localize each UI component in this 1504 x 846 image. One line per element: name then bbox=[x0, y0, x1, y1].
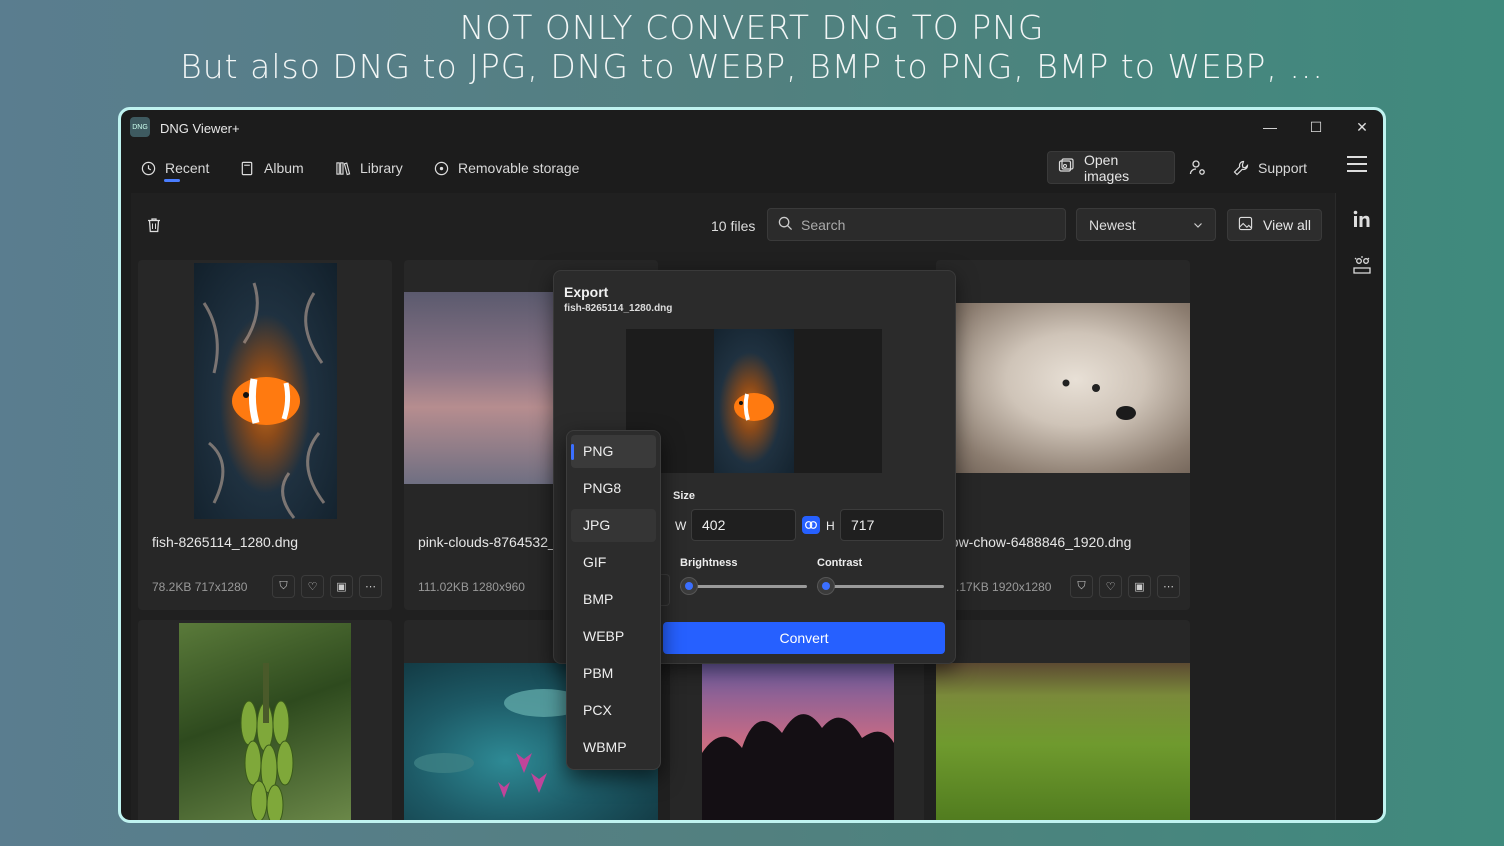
image-icon[interactable]: ▣ bbox=[1128, 575, 1151, 598]
album-icon bbox=[239, 160, 255, 176]
format-option-webp[interactable]: WEBP bbox=[571, 620, 656, 653]
thumbnail-fish bbox=[194, 263, 337, 519]
card-meta: 111.02KB 1280x960 bbox=[418, 580, 525, 594]
format-dropdown: PNG PNG8 JPG GIF BMP WEBP PBM PCX WBMP bbox=[566, 430, 661, 770]
format-option-wbmp[interactable]: WBMP bbox=[571, 731, 656, 764]
card-meta: 78.2KB 717x1280 bbox=[152, 580, 248, 594]
shield-icon[interactable]: ⛉ bbox=[1070, 575, 1093, 598]
image-icon[interactable]: ▣ bbox=[330, 575, 353, 598]
brightness-label: Brightness bbox=[680, 557, 738, 569]
title-bar: DNG DNG Viewer+ — ☐ ✕ bbox=[121, 110, 1383, 146]
more-icon[interactable]: ⋯ bbox=[1157, 575, 1180, 598]
maximize-button[interactable]: ☐ bbox=[1293, 110, 1339, 144]
heart-icon[interactable]: ♡ bbox=[301, 575, 324, 598]
format-option-pbm[interactable]: PBM bbox=[571, 657, 656, 690]
view-all-label: View all bbox=[1263, 217, 1311, 233]
promo-headline: NOT ONLY CONVERT DNG TO PNG But also DNG… bbox=[0, 8, 1504, 86]
heart-icon[interactable]: ♡ bbox=[1099, 575, 1122, 598]
image-card[interactable] bbox=[936, 620, 1190, 820]
nav-label-removable-storage: Removable storage bbox=[458, 160, 580, 176]
nav-item-recent[interactable]: Recent bbox=[140, 160, 209, 176]
card-filename: pink-clouds-8764532_ bbox=[418, 534, 556, 550]
search-placeholder: Search bbox=[801, 216, 846, 233]
library-icon bbox=[335, 160, 351, 176]
nav-item-library[interactable]: Library bbox=[335, 160, 403, 176]
file-count: 10 files bbox=[711, 218, 756, 234]
app-window: DNG DNG Viewer+ — ☐ ✕ Recent Album Libra… bbox=[118, 107, 1386, 823]
active-tab-indicator bbox=[164, 179, 180, 182]
minimize-button[interactable]: — bbox=[1247, 110, 1293, 144]
thumbnail-sunset-trees bbox=[702, 663, 894, 820]
image-card[interactable]: chow-chow-6488846_1920.dng 634.17KB 1920… bbox=[936, 260, 1190, 610]
image-card[interactable] bbox=[138, 620, 392, 820]
thumbnail-chow-chow bbox=[936, 303, 1190, 473]
linkedin-icon[interactable] bbox=[1350, 207, 1374, 231]
sort-value: Newest bbox=[1089, 216, 1136, 233]
format-option-bmp[interactable]: BMP bbox=[571, 583, 656, 616]
open-images-icon bbox=[1058, 158, 1074, 177]
open-images-button[interactable]: Open images bbox=[1047, 151, 1175, 184]
thumbnail-bananas bbox=[179, 623, 351, 820]
thumbnail-grass-field bbox=[936, 663, 1190, 820]
contrast-slider-thumb[interactable] bbox=[817, 577, 835, 595]
contrast-label: Contrast bbox=[817, 557, 863, 569]
contrast-slider[interactable] bbox=[817, 585, 944, 588]
trash-icon[interactable] bbox=[145, 216, 163, 234]
nav-label-album: Album bbox=[264, 160, 304, 176]
more-icon[interactable]: ⋯ bbox=[359, 575, 382, 598]
support-label: Support bbox=[1258, 160, 1308, 176]
close-button[interactable]: ✕ bbox=[1339, 110, 1383, 144]
format-option-jpg[interactable]: JPG bbox=[571, 509, 656, 542]
width-input[interactable]: 402 bbox=[691, 509, 796, 541]
nav-item-album[interactable]: Album bbox=[239, 160, 304, 176]
headline-line-1: NOT ONLY CONVERT DNG TO PNG bbox=[459, 8, 1045, 47]
wrench-icon bbox=[1233, 160, 1249, 176]
support-button[interactable]: Support bbox=[1233, 160, 1307, 176]
convert-button[interactable]: Convert bbox=[663, 622, 945, 654]
brightness-slider[interactable] bbox=[680, 585, 807, 588]
format-option-png[interactable]: PNG bbox=[571, 435, 656, 468]
nav-label-recent: Recent bbox=[165, 160, 210, 176]
format-option-pcx[interactable]: PCX bbox=[571, 694, 656, 727]
export-preview bbox=[626, 329, 882, 473]
disc-icon bbox=[433, 160, 449, 176]
nav-item-removable-storage[interactable]: Removable storage bbox=[433, 160, 579, 176]
search-icon bbox=[778, 216, 793, 234]
image-card[interactable]: fish-8265114_1280.dng 78.2KB 717x1280 ⛉ … bbox=[138, 260, 392, 610]
gallery-icon bbox=[1238, 216, 1253, 234]
dialog-title: Export bbox=[564, 284, 609, 300]
search-input[interactable]: Search bbox=[767, 208, 1066, 241]
format-option-gif[interactable]: GIF bbox=[571, 546, 656, 579]
nav-label-library: Library bbox=[360, 160, 403, 176]
card-actions: ⛉ ♡ ▣ ⋯ bbox=[272, 575, 382, 598]
account-settings-icon[interactable] bbox=[1189, 159, 1207, 182]
format-option-png8[interactable]: PNG8 bbox=[571, 472, 656, 505]
chevron-down-icon bbox=[1193, 217, 1203, 233]
right-rail bbox=[1335, 193, 1383, 820]
app-logo-icon: DNG bbox=[130, 117, 150, 137]
width-label: W bbox=[675, 519, 687, 533]
card-filename: chow-chow-6488846_1920.dng bbox=[936, 534, 1132, 550]
shield-icon[interactable]: ⛉ bbox=[272, 575, 295, 598]
brightness-slider-thumb[interactable] bbox=[680, 577, 698, 595]
sort-dropdown[interactable]: Newest bbox=[1076, 208, 1216, 241]
view-all-button[interactable]: View all bbox=[1227, 209, 1322, 241]
preview-image bbox=[714, 329, 794, 473]
height-input[interactable]: 717 bbox=[840, 509, 944, 541]
card-actions: ⛉ ♡ ▣ ⋯ bbox=[1070, 575, 1180, 598]
app-title: DNG Viewer+ bbox=[160, 121, 240, 136]
community-icon[interactable] bbox=[1350, 253, 1374, 277]
card-filename: fish-8265114_1280.dng bbox=[152, 534, 299, 550]
nav-bar: Recent Album Library Removable storage O… bbox=[121, 146, 1383, 193]
link-icon[interactable] bbox=[802, 516, 820, 534]
dialog-filename: fish-8265114_1280.dng bbox=[564, 303, 673, 314]
size-label: Size bbox=[673, 490, 696, 502]
menu-icon[interactable] bbox=[1347, 156, 1367, 177]
headline-line-2: But also DNG to JPG, DNG to WEBP, BMP to… bbox=[180, 47, 1324, 86]
height-label: H bbox=[826, 519, 835, 533]
clock-icon bbox=[140, 160, 156, 176]
open-images-label: Open images bbox=[1084, 151, 1130, 184]
